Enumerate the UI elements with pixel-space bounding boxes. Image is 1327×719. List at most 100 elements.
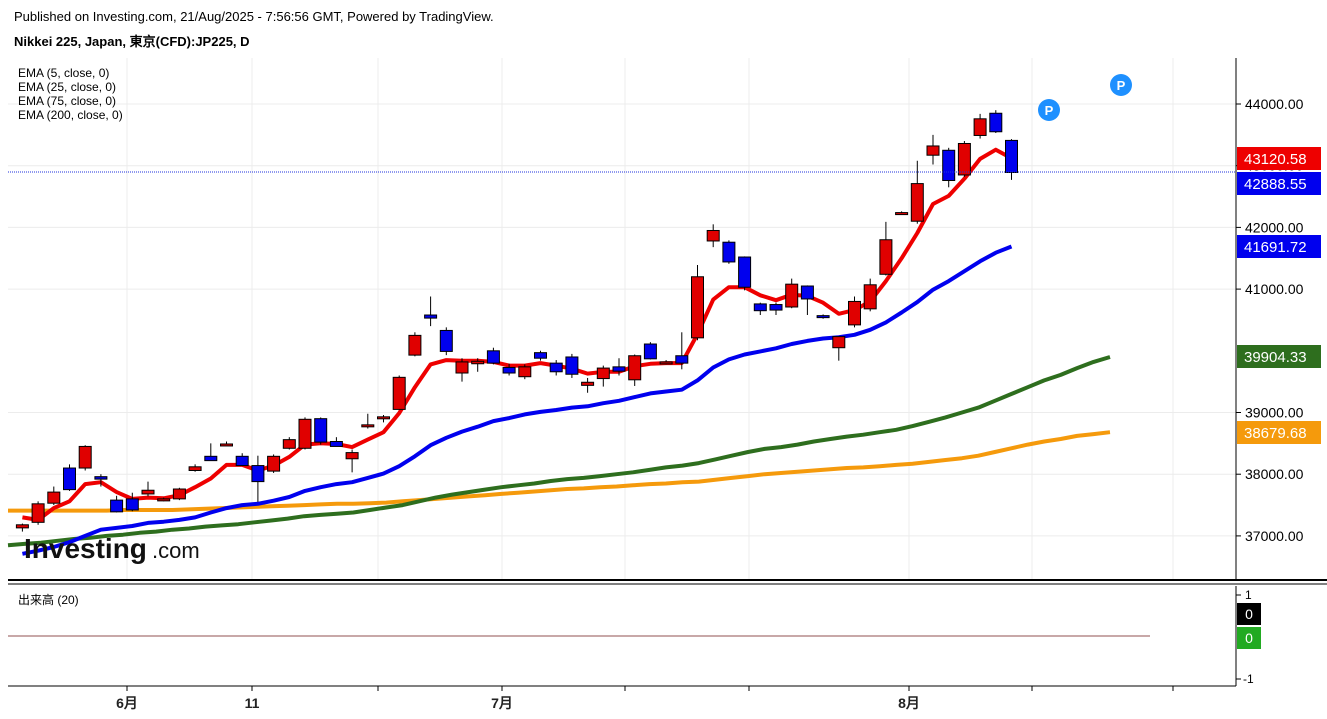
price-label-text: 43120.58 xyxy=(1244,151,1307,168)
candle-body xyxy=(628,355,642,381)
price-tick-label: 41000.00 xyxy=(1245,281,1304,297)
candle-body xyxy=(596,367,610,380)
candle-body xyxy=(251,465,265,483)
candle-body xyxy=(110,499,124,513)
candle-body xyxy=(910,183,924,222)
price-tick-label: 39000.00 xyxy=(1245,405,1304,421)
candle-body xyxy=(15,524,29,529)
candle-body xyxy=(267,455,281,472)
candle-body xyxy=(78,445,92,469)
candle-body xyxy=(157,498,171,502)
marker-p-2[interactable]: P xyxy=(1110,74,1132,96)
candle-body xyxy=(471,360,485,365)
candle-body xyxy=(549,362,563,373)
candle-body xyxy=(47,491,61,504)
ema-line xyxy=(22,244,1013,556)
svg-text:Investing: Investing xyxy=(24,533,147,564)
candle-body xyxy=(377,416,390,420)
candle-body xyxy=(31,503,45,523)
time-tick-label: 11 xyxy=(245,695,260,711)
candle-body xyxy=(204,455,218,462)
candle-body xyxy=(94,476,108,480)
candle-body xyxy=(565,356,579,375)
candle-body xyxy=(408,334,422,356)
grid xyxy=(8,58,1236,580)
price-label-text: 38679.68 xyxy=(1244,425,1307,442)
volume-tick-bottom: -1 xyxy=(1243,672,1254,686)
volume-badge-2-text: 0 xyxy=(1245,630,1253,646)
candle-body xyxy=(188,466,202,471)
price-label-text: 39904.33 xyxy=(1244,349,1307,366)
candle-body xyxy=(863,284,877,310)
legend-ema200: EMA (200, close, 0) xyxy=(18,108,123,122)
candle-body xyxy=(989,112,1003,133)
svg-text:P: P xyxy=(1045,103,1054,118)
candle-body xyxy=(329,440,343,447)
candle-body xyxy=(659,361,673,365)
candle-body xyxy=(848,300,861,326)
candle-body xyxy=(800,285,814,300)
candle-body xyxy=(738,256,752,288)
candle-body xyxy=(220,443,233,447)
price-tick-label: 44000.00 xyxy=(1245,96,1304,112)
time-tick-label: 8月 xyxy=(898,695,920,711)
candle-body xyxy=(643,343,657,360)
candle-body xyxy=(63,467,76,491)
candle-body xyxy=(785,283,799,308)
candle-body xyxy=(816,315,830,319)
candle-body xyxy=(502,366,516,374)
candle-body xyxy=(424,314,438,319)
candle-body xyxy=(832,336,846,349)
candle-body xyxy=(282,439,296,449)
candle-body xyxy=(879,239,893,275)
price-tick-label: 37000.00 xyxy=(1245,528,1304,544)
candle-body xyxy=(973,118,987,136)
candle-body xyxy=(172,488,186,500)
candle-body xyxy=(581,381,595,386)
ema-line xyxy=(7,355,1111,548)
candle-body xyxy=(345,452,359,460)
investing-watermark: Investing .com xyxy=(24,533,200,564)
candle-body xyxy=(518,366,532,378)
time-axis: 6月 11 7月 8月 xyxy=(116,686,1174,711)
price-chart[interactable]: EMA (5, close, 0) EMA (25, close, 0) EMA… xyxy=(0,0,1327,719)
candle-body xyxy=(957,142,971,176)
candle-body xyxy=(314,418,328,443)
volume-tick-top: 1 xyxy=(1245,588,1252,602)
candle-body xyxy=(534,352,547,359)
legend-ema5: EMA (5, close, 0) xyxy=(18,66,109,80)
price-tick-label: 38000.00 xyxy=(1245,466,1304,482)
candle-body xyxy=(691,276,704,339)
candle-body xyxy=(235,455,249,467)
svg-text:.com: .com xyxy=(152,538,200,563)
indicator-legend: EMA (5, close, 0) EMA (25, close, 0) EMA… xyxy=(18,66,123,122)
ema-line xyxy=(22,147,1013,522)
candle-body xyxy=(706,229,720,242)
candle-body xyxy=(942,149,956,182)
candle-body xyxy=(769,304,783,311)
candle-body xyxy=(675,355,689,364)
candle-body xyxy=(612,366,626,372)
candle-body xyxy=(439,329,453,352)
candle-body xyxy=(926,145,940,156)
volume-label: 出来高 (20) xyxy=(18,592,79,607)
marker-p-1[interactable]: P xyxy=(1038,99,1060,121)
candle-body xyxy=(298,418,312,449)
candle-body xyxy=(125,498,139,511)
price-label-text: 41691.72 xyxy=(1244,239,1307,256)
candle-body xyxy=(455,361,469,374)
candle-body xyxy=(361,424,375,428)
time-tick-label: 7月 xyxy=(491,695,513,711)
volume-badge-1-text: 0 xyxy=(1245,606,1253,622)
candle-body xyxy=(141,489,155,495)
candle-body xyxy=(1005,139,1018,173)
candle-body xyxy=(895,212,909,216)
candle-body xyxy=(753,303,767,312)
time-tick-label: 6月 xyxy=(116,695,138,711)
price-label-text: 42888.55 xyxy=(1244,176,1307,193)
legend-ema25: EMA (25, close, 0) xyxy=(18,80,116,94)
candle-body xyxy=(722,241,736,263)
candle-body xyxy=(392,376,406,410)
price-tick-label: 42000.00 xyxy=(1245,219,1304,235)
svg-text:P: P xyxy=(1117,78,1126,93)
